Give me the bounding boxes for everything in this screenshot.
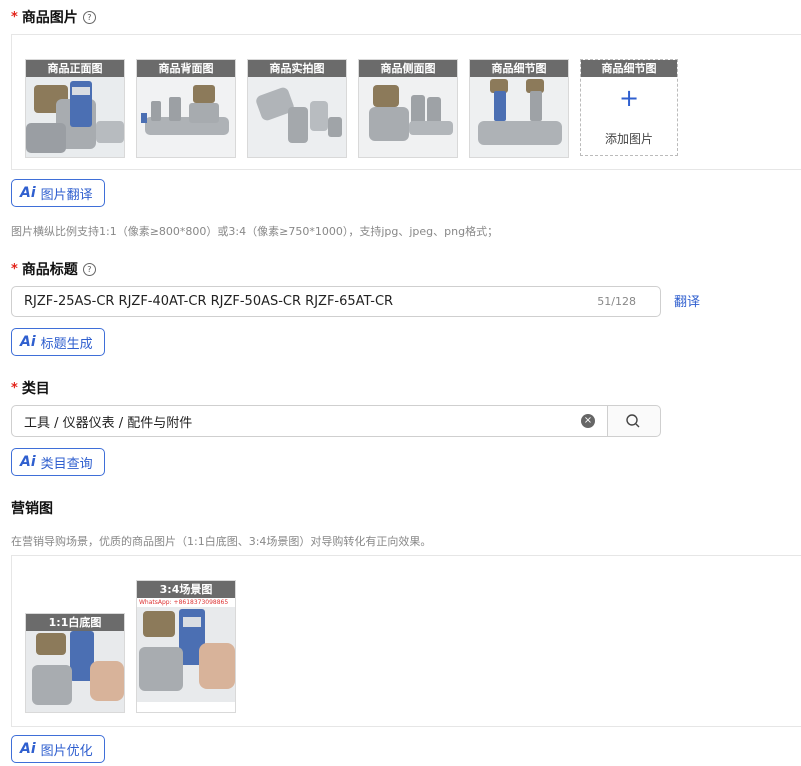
product-photo-icon <box>248 77 346 157</box>
product-image-detail[interactable]: 商品细节图 <box>469 59 569 158</box>
required-mark: * <box>11 380 18 396</box>
ai-icon: Ai <box>20 185 36 201</box>
marketing-label: 营销图 <box>11 501 53 517</box>
product-image-front[interactable]: 商品正面图 <box>25 59 125 158</box>
marketing-hint: 在营销导购场景，优质的商品图片（1:1白底图、3:4场景图）对导购转化有正向效果… <box>11 535 432 548</box>
product-photo-icon <box>26 77 124 157</box>
title-generate-button[interactable]: Ai 标题生成 <box>11 328 105 356</box>
image-translate-button[interactable]: Ai 图片翻译 <box>11 179 105 207</box>
ai-icon: Ai <box>20 454 36 470</box>
product-photo-icon <box>359 77 457 157</box>
plus-icon: + <box>618 84 640 112</box>
product-photo-icon <box>26 631 124 712</box>
product-image-real[interactable]: 商品实拍图 <box>247 59 347 158</box>
char-counter: 51/128 <box>597 295 636 308</box>
required-mark: * <box>11 261 18 277</box>
add-image-slot[interactable]: 商品细节图 + 添加图片 <box>580 59 678 156</box>
product-photo-icon <box>470 77 568 157</box>
help-icon[interactable]: ? <box>82 262 96 276</box>
category-select[interactable]: 工具 / 仪器仪表 / 配件与附件 × <box>11 405 608 437</box>
category-label: * 类目 <box>11 380 50 398</box>
image-optimize-button[interactable]: Ai 图片优化 <box>11 735 105 763</box>
title-input[interactable]: RJZF-25AS-CR RJZF-40AT-CR RJZF-50AS-CR R… <box>11 286 661 317</box>
add-image-text: 添加图片 <box>604 132 653 146</box>
product-images-label: * 商品图片 ? <box>11 7 96 27</box>
title-label: * 商品标题 ? <box>11 259 96 279</box>
image-format-hint: 图片横纵比例支持1:1（像素≥800*800）或3:4（像素≥750*1000）… <box>11 225 499 238</box>
search-icon <box>626 414 640 428</box>
product-images-panel: 商品正面图 商品背面图 商品实拍图 商品侧面图 商品细节图 商品细节图 + 添加… <box>11 34 801 170</box>
marketing-image-white[interactable]: 1:1白底图 <box>25 613 125 713</box>
category-search-button[interactable] <box>607 405 661 437</box>
title-translate-link[interactable]: 翻译 <box>674 291 700 310</box>
marketing-image-scene[interactable]: 3:4场景图 WhatsApp: +8618373098865 <box>136 580 236 713</box>
help-icon[interactable]: ? <box>82 10 96 24</box>
required-mark: * <box>11 9 18 25</box>
marketing-images-panel: 1:1白底图 3:4场景图 WhatsApp: +8618373098865 <box>11 555 801 727</box>
ai-icon: Ai <box>20 334 36 350</box>
product-image-back[interactable]: 商品背面图 <box>136 59 236 158</box>
ai-icon: Ai <box>20 741 36 757</box>
watermark-text: WhatsApp: +8618373098865 <box>139 599 229 606</box>
product-photo-icon <box>137 77 235 157</box>
product-image-side[interactable]: 商品侧面图 <box>358 59 458 158</box>
product-photo-icon <box>137 607 235 702</box>
category-query-button[interactable]: Ai 类目查询 <box>11 448 105 476</box>
clear-icon[interactable]: × <box>581 414 595 428</box>
